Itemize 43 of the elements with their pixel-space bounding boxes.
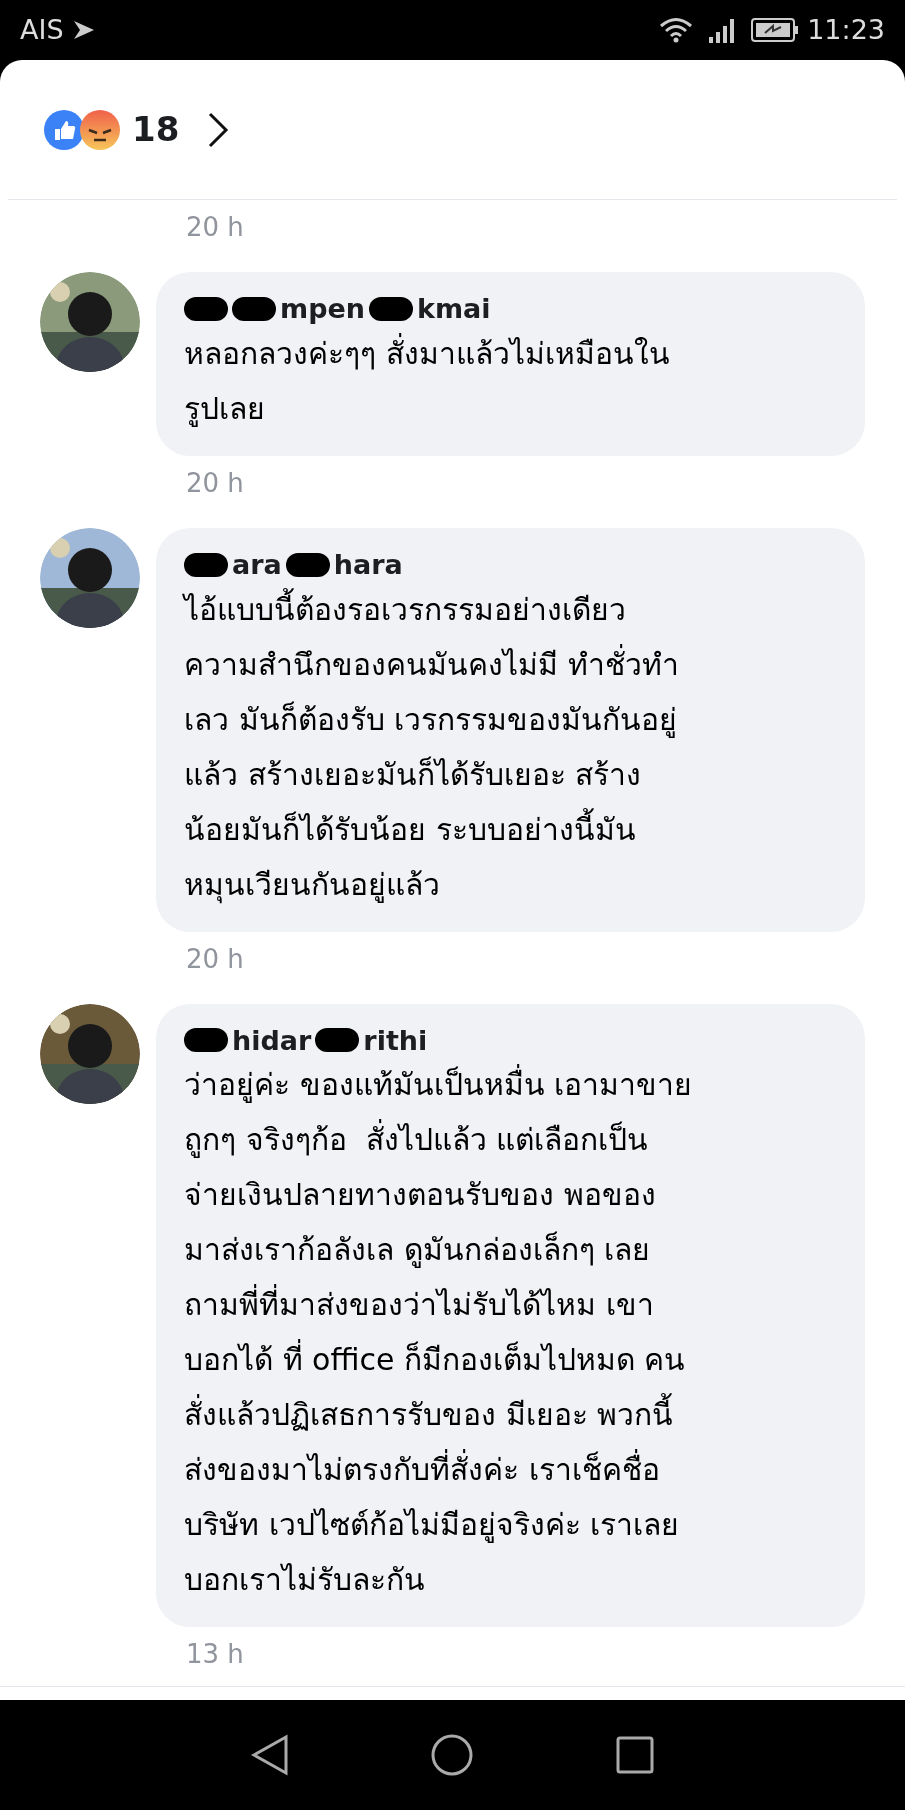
redaction-mark xyxy=(285,552,330,577)
redaction-mark xyxy=(369,296,413,321)
comment-text: เลว มันก็ต้องรับ เวรกรรมของมันกันอยู่ xyxy=(184,700,679,740)
comment-text: สั่งแล้วปฏิเสธการรับของ มีเยอะ พวกนี้ xyxy=(184,1387,837,1443)
comment-text: ว่าอยู่ค่ะ ของแท้มันเป็นหมื่น เอามาขาย xyxy=(184,1057,837,1113)
commenter-name[interactable]: hara xyxy=(333,547,403,582)
wifi-icon xyxy=(659,17,694,43)
battery-icon xyxy=(751,18,800,42)
comment-text: รูปเลย xyxy=(184,389,266,429)
comment-text: แล้ว สร้างเยอะมันก็ได้รับเยอะ สร้าง xyxy=(184,755,643,794)
back-icon[interactable] xyxy=(250,1734,291,1776)
redaction-mark xyxy=(184,296,228,321)
redaction-mark xyxy=(232,296,276,321)
like-reaction-icon[interactable] xyxy=(44,109,84,150)
comment-text: หมุนเวียนกันอยู่แล้ว xyxy=(184,865,441,906)
recents-icon[interactable] xyxy=(614,1735,655,1775)
angry-reaction-icon[interactable] xyxy=(80,109,120,150)
chevron-right-icon[interactable] xyxy=(207,111,230,148)
home-icon[interactable] xyxy=(430,1733,475,1777)
redaction-mark xyxy=(184,1028,228,1053)
commenter-name[interactable]: kmai xyxy=(417,292,491,326)
comment-text: หลอกลวงค่ะๆๆ สั่งมาแล้วไม่เหมือนใน xyxy=(184,332,671,373)
comment-text: มาส่งเราก้อลังเล ดูมันกล่องเล็กๆ เลย xyxy=(184,1230,652,1270)
comment-text: ถูกๆ จริงๆก้อ สั่งไปแล้ว แต่เลือกเป็น xyxy=(184,1112,837,1168)
clock: 11:23 xyxy=(807,12,885,47)
redaction-mark xyxy=(184,552,228,577)
commenter-name[interactable]: rithi xyxy=(363,1023,428,1058)
comment-text: บอกได้ ที่ office ก็มีกองเต็มไปหมด คน xyxy=(184,1332,837,1388)
comment-text: จ่ายเงินปลายทางตอนรับของ พอของ xyxy=(184,1176,657,1215)
carrier-label: AIS xyxy=(20,12,64,47)
commenter-name[interactable]: ara xyxy=(232,547,282,582)
comment-text: ความสำนึกของคนมันคงไม่มี ทำชั่วทำ xyxy=(184,643,680,684)
comment-text: บอกเราไม่รับละกัน xyxy=(184,1561,426,1600)
reaction-count[interactable]: 18 xyxy=(132,104,180,155)
signal-flag-icon xyxy=(71,19,96,41)
comment-text: ไอ้แบบนี้ต้องรอเวรกรรมอย่างเดียว xyxy=(184,581,837,637)
redaction-mark xyxy=(315,1028,360,1053)
commenter-name[interactable]: hidar xyxy=(232,1023,312,1058)
commenter-name[interactable]: mpen xyxy=(280,292,365,326)
comment-text: ถามพี่ที่มาส่งของว่าไม่รับได้ไหม เขา xyxy=(184,1277,837,1333)
comment-text: น้อยมันก็ได้รับน้อย ระบบอย่างนี้มัน xyxy=(184,801,837,857)
comment-text: บริษัท เวปไซต์ก้อไม่มีอยู่จริงค่ะ เราเลย xyxy=(184,1506,681,1545)
comment-text: ส่งของมาไม่ตรงกับที่สั่งค่ะ เราเช็คชื่อ xyxy=(184,1442,837,1498)
